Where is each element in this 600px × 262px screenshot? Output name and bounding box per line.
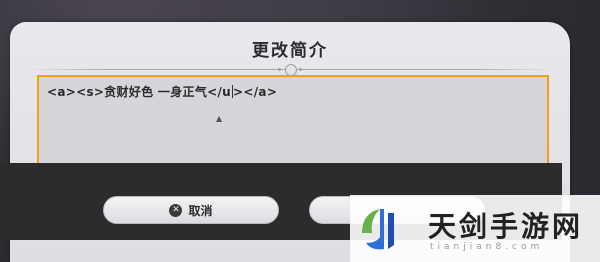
cancel-button-label: 取消 [188, 203, 213, 218]
divider-dot [299, 68, 302, 71]
close-circle-icon: ✕ [169, 203, 183, 217]
bio-text-after-caret: ></a> [233, 85, 278, 99]
watermark-brand: 天剑手游网 [428, 210, 584, 243]
watermark-logo-icon [362, 209, 394, 250]
mouse-pointer-icon: ▲ [216, 114, 223, 123]
watermark-domain: tianjian8.com [430, 242, 544, 252]
title-divider [28, 63, 552, 76]
cancel-button[interactable]: ✕ 取消 [103, 196, 279, 224]
watermark: 天剑手游网 tianjian8.com [350, 195, 600, 262]
bio-textarea[interactable]: <a><s>贪财好色 一身正气</u ></a> [37, 75, 549, 172]
divider-dot [278, 68, 281, 71]
bio-text-before-caret: <a><s>贪财好色 一身正气</u [47, 85, 232, 99]
dialog-title: 更改简介 [252, 41, 328, 61]
